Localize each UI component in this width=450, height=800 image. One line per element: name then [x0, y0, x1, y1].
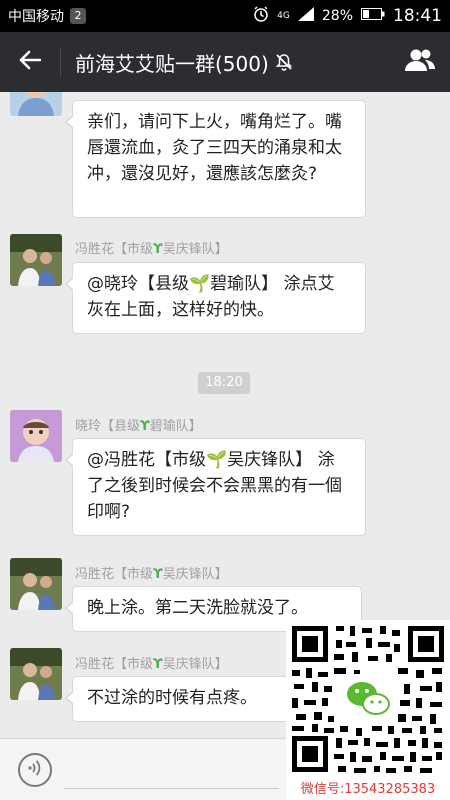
message-text: @冯胜花【市级🌱吴庆锋队】 涂了之後到时候会不会黑黑的有一個印啊?: [87, 450, 342, 522]
carrier-label: 中国移动: [8, 9, 64, 25]
qr-overlay: 微信号:13543285383: [286, 620, 450, 800]
back-button[interactable]: [0, 32, 60, 92]
avatar[interactable]: [10, 410, 62, 462]
notification-badge: 2: [70, 8, 86, 24]
signal-icon: [297, 7, 314, 25]
message-bubble[interactable]: 不过涂的时候有点疼。: [65, 676, 294, 722]
chat-title: 前海艾艾贴一群(500): [75, 51, 269, 76]
qr-code-image: [288, 622, 448, 776]
wechat-id-caption: 微信号:13543285383: [300, 782, 436, 797]
sprout-icon: ϒ: [153, 657, 163, 672]
sender-name: 冯胜花【市级ϒ吴庆锋队】: [75, 242, 228, 257]
message-text: 亲们，请问下上火，嘴角烂了。嘴唇還流血，灸了三四天的涌泉和太冲，還沒见好，還應該…: [87, 112, 342, 184]
sprout-icon: ϒ: [153, 567, 163, 582]
avatar[interactable]: [10, 234, 62, 286]
message-bubble[interactable]: @晓玲【县级🌱碧瑜队】 涂点艾灰在上面，这样好的快。: [65, 262, 366, 334]
back-arrow-icon: [19, 50, 42, 74]
sprout-icon: ϒ: [140, 419, 150, 434]
voice-input-button[interactable]: [18, 753, 52, 787]
avatar[interactable]: [10, 92, 62, 116]
message-bubble[interactable]: 亲们，请问下上火，嘴角烂了。嘴唇還流血，灸了三四天的涌泉和太冲，還沒见好，還應該…: [65, 100, 366, 218]
alarm-icon: [253, 6, 269, 26]
status-time: 18:41: [393, 6, 442, 26]
battery-icon: [361, 8, 385, 24]
message-text: @晓玲【县级🌱碧瑜队】 涂点艾灰在上面，这样好的快。: [87, 274, 335, 320]
voice-icon: [27, 759, 43, 781]
header-divider: [60, 47, 61, 77]
group-members-icon: [405, 48, 435, 76]
battery-percent: 28%: [321, 8, 353, 24]
message-input[interactable]: [64, 751, 279, 789]
avatar[interactable]: [10, 648, 62, 700]
chat-timestamp: 18:20: [198, 372, 250, 394]
group-info-button[interactable]: [390, 32, 450, 92]
sender-name: 冯胜花【市级ϒ吴庆锋队】: [75, 567, 228, 582]
avatar[interactable]: [10, 558, 62, 610]
sprout-icon: ϒ: [153, 242, 163, 257]
mute-bell-icon: [275, 53, 293, 71]
sender-name: 晓玲【县级ϒ碧瑜队】: [75, 419, 202, 434]
message-bubble[interactable]: @冯胜花【市级🌱吴庆锋队】 涂了之後到时候会不会黑黑的有一個印啊?: [65, 438, 366, 536]
chat-header: 前海艾艾贴一群(500): [0, 32, 450, 92]
network-label: 4G: [277, 11, 290, 21]
message-text: 不过涂的时候有点疼。: [87, 688, 257, 708]
status-bar: 中国移动 2 4G 28% 18:41: [0, 0, 450, 32]
sender-name: 冯胜花【市级ϒ吴庆锋队】: [75, 657, 228, 672]
message-text: 晚上涂。第二天洗脸就没了。: [87, 598, 308, 618]
